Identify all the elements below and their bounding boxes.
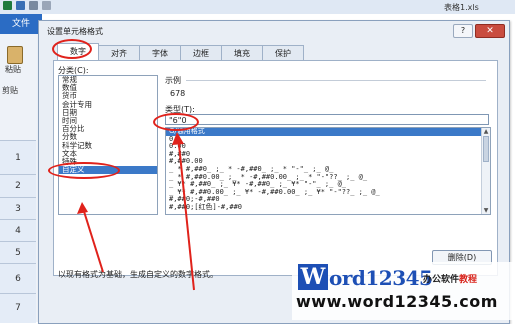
tab-font[interactable]: 字体	[139, 45, 181, 61]
redo-icon[interactable]	[42, 1, 51, 10]
highlight-ring-custom-category	[48, 162, 120, 179]
row-header-3[interactable]: 3	[0, 197, 36, 220]
watermark-tagline: 办公软件教程	[423, 272, 477, 285]
format-code-item[interactable]: #,##0;[红色]-#,##0	[166, 203, 490, 212]
row-header-4[interactable]: 4	[0, 219, 36, 242]
format-code-item[interactable]: 0.00	[166, 143, 490, 151]
window-title: 表格1.xls	[444, 3, 479, 12]
row-header-5[interactable]: 5	[0, 241, 36, 264]
scroll-up-icon[interactable]: ▲	[483, 128, 489, 135]
help-button[interactable]: ?	[453, 24, 473, 38]
category-list[interactable]: 常规 数值 货币 会计专用 日期 时间 百分比 分数 科学记数 文本 特殊 自定…	[58, 75, 158, 215]
scroll-thumb[interactable]	[483, 136, 489, 162]
excel-title-bar: 表格1.xls	[0, 0, 515, 14]
excel-logo-icon	[3, 1, 12, 10]
row-header-7[interactable]: 7	[0, 293, 36, 323]
format-code-list[interactable]: G/通用格式 0 0.00 #,##0 #,##0.00 _ * #,##0_ …	[165, 127, 491, 215]
file-tab[interactable]: 文件	[0, 14, 42, 34]
paste-icon[interactable]	[7, 46, 23, 64]
row-header-2[interactable]: 2	[0, 174, 36, 198]
undo-icon[interactable]	[29, 1, 38, 10]
watermark-logo: W	[298, 264, 328, 290]
sample-label: 示例	[165, 76, 181, 85]
dialog-tabs: 数字 对齐 字体 边框 填充 保护	[57, 43, 304, 61]
highlight-ring-number-tab	[52, 39, 92, 59]
dialog-title: 设置单元格格式	[47, 27, 103, 36]
clipboard-group-label: 剪贴	[2, 86, 18, 95]
format-code-item[interactable]: G/通用格式	[166, 128, 490, 136]
tab-protection[interactable]: 保护	[262, 45, 304, 61]
tab-alignment[interactable]: 对齐	[98, 45, 140, 61]
sample-divider	[186, 80, 486, 81]
watermark-logo-text: ord12345	[329, 266, 433, 290]
format-code-item[interactable]: #,##0	[166, 150, 490, 159]
highlight-ring-type-input	[153, 113, 199, 131]
type-input[interactable]: "6"0	[165, 114, 489, 125]
scroll-down-icon[interactable]: ▼	[483, 207, 489, 214]
tab-border[interactable]: 边框	[180, 45, 222, 61]
sample-value: 678	[170, 89, 186, 98]
format-code-item[interactable]: 0	[166, 135, 490, 144]
watermark-tagline-a: 办公软件	[423, 275, 460, 285]
number-tab-panel: 分类(C): 常规 数值 货币 会计专用 日期 时间 百分比 分数 科学记数 文…	[53, 60, 498, 279]
format-list-scrollbar[interactable]: ▲ ▼	[481, 128, 490, 214]
save-icon[interactable]	[16, 1, 25, 10]
paste-button-label[interactable]: 粘贴	[5, 64, 21, 75]
row-header-6[interactable]: 6	[0, 263, 36, 294]
tab-fill[interactable]: 填充	[221, 45, 263, 61]
row-header-1[interactable]: 1	[0, 140, 36, 175]
quick-access-toolbar	[3, 1, 51, 10]
close-button[interactable]: ✕	[475, 24, 505, 38]
watermark-tagline-b: 教程	[459, 275, 478, 285]
watermark-url: www.word12345.com	[296, 292, 498, 311]
format-description: 以现有格式为基础，生成自定义的数字格式。	[58, 270, 218, 279]
